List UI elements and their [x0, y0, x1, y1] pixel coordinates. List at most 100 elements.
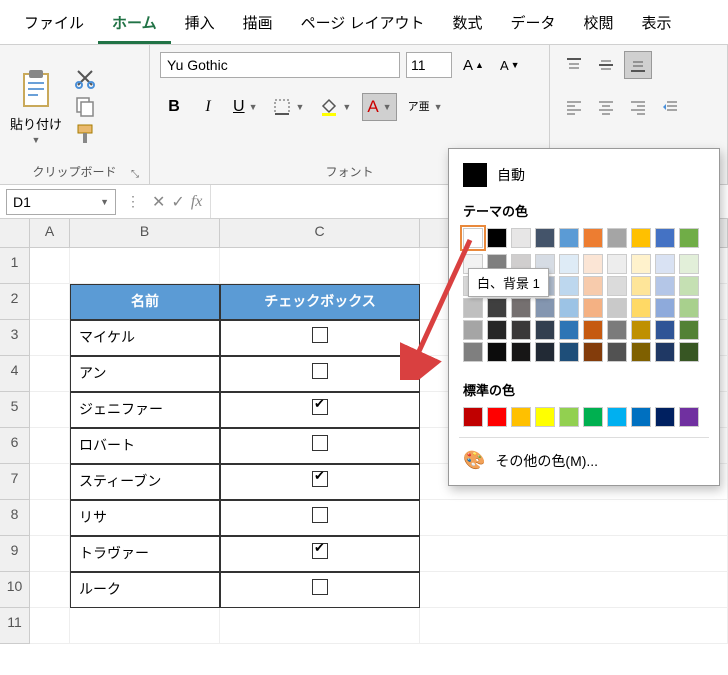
- cell[interactable]: [420, 536, 728, 572]
- cell[interactable]: [220, 536, 420, 572]
- color-swatch[interactable]: [607, 407, 627, 427]
- color-swatch[interactable]: [631, 298, 651, 318]
- cell[interactable]: [30, 248, 70, 284]
- align-center-icon[interactable]: [592, 93, 620, 121]
- checkbox[interactable]: [312, 579, 328, 595]
- cell[interactable]: [420, 572, 728, 608]
- paste-icon[interactable]: [18, 68, 54, 112]
- color-swatch[interactable]: [535, 298, 555, 318]
- tab-home[interactable]: ホーム: [98, 4, 171, 44]
- color-swatch[interactable]: [559, 407, 579, 427]
- color-swatch[interactable]: [607, 228, 627, 248]
- border-button[interactable]: ▼: [268, 93, 309, 121]
- tab-insert[interactable]: 挿入: [171, 4, 229, 44]
- row-header[interactable]: 10: [0, 572, 30, 608]
- color-swatch[interactable]: [559, 254, 579, 274]
- underline-button[interactable]: U▼: [228, 93, 262, 121]
- color-swatch[interactable]: [679, 228, 699, 248]
- font-name-select[interactable]: [160, 52, 400, 78]
- cell[interactable]: リサ: [70, 500, 220, 536]
- color-swatch[interactable]: [655, 228, 675, 248]
- color-swatch[interactable]: [631, 254, 651, 274]
- align-bottom-icon[interactable]: [624, 51, 652, 79]
- color-swatch[interactable]: [631, 342, 651, 362]
- color-swatch[interactable]: [583, 407, 603, 427]
- row-header[interactable]: 5: [0, 392, 30, 428]
- italic-button[interactable]: I: [194, 93, 222, 121]
- color-swatch[interactable]: [679, 276, 699, 296]
- row-header[interactable]: 7: [0, 464, 30, 500]
- color-swatch[interactable]: [655, 276, 675, 296]
- color-swatch[interactable]: [487, 342, 507, 362]
- checkbox[interactable]: [312, 435, 328, 451]
- tab-page-layout[interactable]: ページ レイアウト: [287, 4, 439, 44]
- font-color-button[interactable]: A▼: [362, 93, 396, 121]
- color-swatch[interactable]: [511, 407, 531, 427]
- color-swatch[interactable]: [463, 228, 483, 248]
- align-middle-icon[interactable]: [592, 51, 620, 79]
- cell[interactable]: [30, 356, 70, 392]
- checkbox[interactable]: [312, 543, 328, 559]
- color-swatch[interactable]: [655, 407, 675, 427]
- fill-color-button[interactable]: ▼: [315, 93, 356, 121]
- cut-icon[interactable]: [74, 67, 96, 89]
- color-swatch[interactable]: [535, 407, 555, 427]
- color-swatch[interactable]: [463, 320, 483, 340]
- cell[interactable]: [220, 464, 420, 500]
- font-size-select[interactable]: [406, 52, 452, 78]
- cell[interactable]: [70, 248, 220, 284]
- color-swatch[interactable]: [631, 228, 651, 248]
- color-swatch[interactable]: [487, 320, 507, 340]
- enter-icon[interactable]: ✓: [171, 192, 184, 212]
- more-colors-option[interactable]: 🎨 その他の色(M)...: [449, 444, 719, 477]
- cell[interactable]: [30, 428, 70, 464]
- color-swatch[interactable]: [607, 298, 627, 318]
- cell[interactable]: [220, 608, 420, 644]
- color-swatch[interactable]: [511, 342, 531, 362]
- cell[interactable]: [30, 464, 70, 500]
- cell[interactable]: [220, 320, 420, 356]
- tab-review[interactable]: 校閲: [570, 4, 628, 44]
- color-swatch[interactable]: [511, 228, 531, 248]
- color-swatch[interactable]: [559, 342, 579, 362]
- color-swatch[interactable]: [679, 320, 699, 340]
- cancel-icon[interactable]: ✕: [152, 192, 165, 212]
- align-left-icon[interactable]: [560, 93, 588, 121]
- cell[interactable]: [30, 608, 70, 644]
- row-header[interactable]: 6: [0, 428, 30, 464]
- format-painter-icon[interactable]: [74, 123, 96, 145]
- name-box[interactable]: D1▼: [6, 189, 116, 215]
- row-header[interactable]: 8: [0, 500, 30, 536]
- cell[interactable]: 名前: [70, 284, 220, 320]
- cell[interactable]: [30, 284, 70, 320]
- color-swatch[interactable]: [463, 342, 483, 362]
- cell[interactable]: ロバート: [70, 428, 220, 464]
- checkbox[interactable]: [312, 399, 328, 415]
- clipboard-launcher-icon[interactable]: ⤡: [131, 169, 139, 180]
- color-swatch[interactable]: [583, 228, 603, 248]
- tab-formulas[interactable]: 数式: [438, 4, 496, 44]
- color-swatch[interactable]: [607, 254, 627, 274]
- cell[interactable]: [30, 320, 70, 356]
- name-box-options-icon[interactable]: ⋮: [122, 193, 144, 210]
- tab-data[interactable]: データ: [497, 4, 570, 44]
- color-swatch[interactable]: [679, 342, 699, 362]
- cell[interactable]: アン: [70, 356, 220, 392]
- auto-color-option[interactable]: 自動: [449, 157, 719, 193]
- cell[interactable]: [420, 500, 728, 536]
- color-swatch[interactable]: [487, 407, 507, 427]
- cell[interactable]: マイケル: [70, 320, 220, 356]
- color-swatch[interactable]: [631, 276, 651, 296]
- color-swatch[interactable]: [583, 276, 603, 296]
- color-swatch[interactable]: [463, 298, 483, 318]
- color-swatch[interactable]: [655, 298, 675, 318]
- row-header[interactable]: 4: [0, 356, 30, 392]
- align-right-icon[interactable]: [624, 93, 652, 121]
- color-swatch[interactable]: [511, 298, 531, 318]
- row-header[interactable]: 9: [0, 536, 30, 572]
- color-swatch[interactable]: [631, 320, 651, 340]
- col-header-b[interactable]: B: [70, 219, 220, 247]
- cell[interactable]: チェックボックス: [220, 284, 420, 320]
- color-swatch[interactable]: [487, 228, 507, 248]
- cell[interactable]: [220, 248, 420, 284]
